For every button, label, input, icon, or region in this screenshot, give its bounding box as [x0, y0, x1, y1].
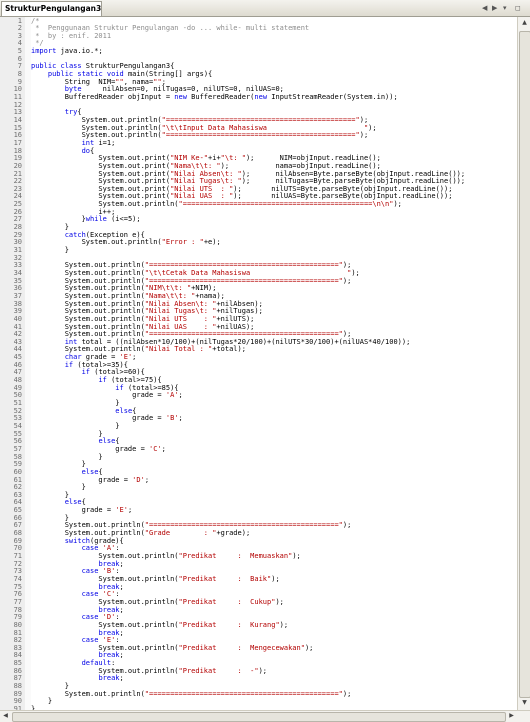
editor-window: StrukturPengulangan3.java ◀ ▶ ▾ ◻ 1/*2 *…: [0, 0, 530, 722]
code-line[interactable]: 87 break;: [0, 675, 517, 683]
code-text[interactable]: System.out.println("====================…: [31, 690, 352, 699]
code-line[interactable]: 30 System.out.println("Error : "+e);: [0, 239, 517, 247]
vertical-scroll-thumb[interactable]: [519, 31, 530, 698]
code-line[interactable]: 27 }while (i<=5);: [0, 216, 517, 224]
vertical-scrollbar[interactable]: ▲ ▼: [517, 17, 530, 710]
code-text[interactable]: import java.io.*;: [31, 47, 103, 56]
code-line[interactable]: 11 BufferedReader objInput = new Buffere…: [0, 93, 517, 102]
tab-list-dropdown-icon[interactable]: ▾: [503, 3, 507, 13]
horizontal-scrollbar[interactable]: ◀ ▶: [0, 710, 530, 722]
code-text[interactable]: BufferedReader objInput = new BufferedRe…: [31, 93, 398, 102]
code-text[interactable]: }: [31, 246, 69, 255]
code-line[interactable]: 62 }: [0, 483, 517, 492]
restore-window-icon[interactable]: ◻: [515, 3, 521, 13]
tab-scroll-left-icon[interactable]: ◀: [482, 3, 487, 13]
scroll-right-icon[interactable]: ▶: [506, 710, 517, 721]
code-line[interactable]: 89 System.out.println("=================…: [0, 690, 517, 699]
code-line[interactable]: 5 import java.io.*;: [0, 47, 517, 56]
code-line[interactable]: 31 }: [0, 246, 517, 255]
tab-struktur-pengulangan3[interactable]: StrukturPengulangan3.java: [1, 1, 102, 16]
scroll-down-icon[interactable]: ▼: [519, 697, 530, 709]
scroll-left-icon[interactable]: ◀: [0, 710, 11, 721]
code-line[interactable]: 3 * by : enif. 2011: [0, 32, 517, 41]
code-editor[interactable]: 1/* 2 * Penggunaan Struktur Pengulangan -…: [0, 17, 517, 710]
code-line[interactable]: 90 }: [0, 698, 517, 706]
code-line[interactable]: 65 grade = 'E';: [0, 506, 517, 515]
scroll-up-icon[interactable]: ▲: [519, 17, 530, 29]
tab-scroll-right-icon[interactable]: ▶: [492, 3, 497, 13]
tab-bar: StrukturPengulangan3.java ◀ ▶ ▾ ◻: [0, 0, 530, 17]
